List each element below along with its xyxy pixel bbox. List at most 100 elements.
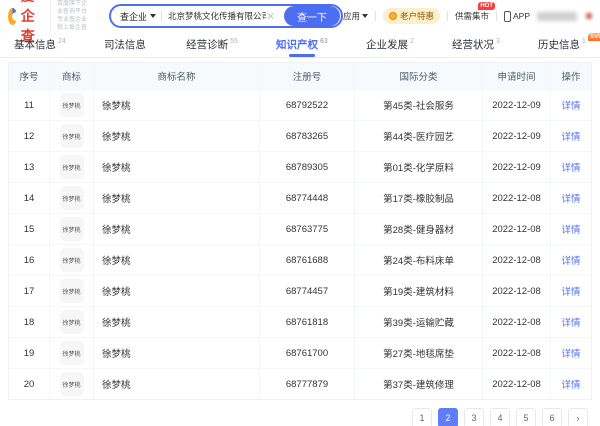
user-account[interactable] xyxy=(537,12,577,21)
market-link[interactable]: 供需集市 HOT xyxy=(455,10,489,22)
page-button-1[interactable]: 1 xyxy=(412,408,432,426)
promo-button[interactable]: 老户特惠 xyxy=(383,8,440,24)
search-input[interactable] xyxy=(162,11,266,21)
table-row: 14 徐梦桃 徐梦桃 68774448 第17类-橡胶制品 2022-12-08… xyxy=(9,182,591,213)
trademark-image[interactable]: 徐梦桃 xyxy=(60,155,84,179)
application-date: 2022-12-08 xyxy=(482,338,550,368)
registration-number: 68792522 xyxy=(259,90,354,120)
nav-divider xyxy=(496,11,497,21)
application-date: 2022-12-08 xyxy=(482,214,550,244)
trademark-table: 序号 商标 商标名称 注册号 国际分类 申请时间 操作 11 徐梦桃 徐梦桃 6… xyxy=(8,62,592,400)
tab-label: 司法信息 xyxy=(104,37,146,52)
tab-label: 基本信息 xyxy=(14,37,56,52)
trademark-image[interactable]: 徐梦桃 xyxy=(60,217,84,241)
phone-icon xyxy=(504,11,511,22)
next-page-button[interactable]: › xyxy=(568,408,588,426)
apps-menu[interactable]: 应用 xyxy=(343,10,368,22)
tab-label: 经营状况 xyxy=(452,37,494,52)
tab-judicial-info[interactable]: 司法信息 xyxy=(104,32,148,57)
tab-intellectual-property[interactable]: 知识产权 63 xyxy=(276,32,328,57)
trademark-image[interactable]: 徐梦桃 xyxy=(60,310,84,334)
trademark-thumbnail-cell: 徐梦桃 xyxy=(49,276,93,306)
page-button-3[interactable]: 3 xyxy=(464,408,484,426)
nav-divider xyxy=(375,11,376,21)
row-index: 13 xyxy=(9,152,49,182)
page-button-5[interactable]: 5 xyxy=(516,408,536,426)
trademark-thumbnail-cell: 徐梦桃 xyxy=(49,121,93,151)
trademark-image[interactable]: 徐梦桃 xyxy=(60,93,84,117)
detail-link[interactable]: 详情 xyxy=(561,191,580,205)
trademark-name: 徐梦桃 xyxy=(93,245,259,275)
table-row: 15 徐梦桃 徐梦桃 68763775 第28类-健身器材 2022-12-08… xyxy=(9,213,591,244)
caret-down-icon xyxy=(362,14,368,18)
medal-icon xyxy=(389,12,397,20)
detail-link[interactable]: 详情 xyxy=(561,346,580,360)
detail-link[interactable]: 详情 xyxy=(561,129,580,143)
search-button[interactable]: 查一下 xyxy=(284,6,340,26)
trademark-name: 徐梦桃 xyxy=(93,276,259,306)
detail-link[interactable]: 详情 xyxy=(561,222,580,236)
tab-company-development[interactable]: 企业发展 2 xyxy=(366,32,414,57)
trademark-name: 徐梦桃 xyxy=(93,90,259,120)
page-button-4[interactable]: 4 xyxy=(490,408,510,426)
application-date: 2022-12-08 xyxy=(482,276,550,306)
trademark-image[interactable]: 徐梦桃 xyxy=(60,124,84,148)
trademark-name: 徐梦桃 xyxy=(93,338,259,368)
table-row: 17 徐梦桃 徐梦桃 68774457 第19类-建筑材料 2022-12-08… xyxy=(9,275,591,306)
tab-operating-status[interactable]: 经营状况 3 xyxy=(452,32,500,57)
detail-link[interactable]: 详情 xyxy=(561,98,580,112)
hot-badge: HOT xyxy=(478,2,495,10)
international-class: 第27类-地毯席垫 xyxy=(354,338,482,368)
col-header-reg: 注册号 xyxy=(259,63,354,89)
search-category-dropdown[interactable]: 查企业 xyxy=(111,10,161,23)
svip-badge: SVIP xyxy=(588,33,600,41)
tab-label: 知识产权 xyxy=(276,37,318,52)
detail-link[interactable]: 详情 xyxy=(561,377,580,391)
page-button-6[interactable]: 6 xyxy=(542,408,562,426)
nav-divider xyxy=(447,11,448,21)
registration-number: 68783265 xyxy=(259,121,354,151)
tab-business-diagnosis[interactable]: 经营诊断 55 xyxy=(186,32,238,57)
tab-count: 24 xyxy=(58,38,66,45)
application-date: 2022-12-08 xyxy=(482,307,550,337)
app-label: APP xyxy=(513,11,530,21)
trademark-image[interactable]: 徐梦桃 xyxy=(60,341,84,365)
trademark-image[interactable]: 徐梦桃 xyxy=(60,248,84,272)
trademark-thumbnail-cell: 徐梦桃 xyxy=(49,307,93,337)
table-row: 12 徐梦桃 徐梦桃 68783265 第44类-医疗园艺 2022-12-09… xyxy=(9,120,591,151)
registration-number: 68763775 xyxy=(259,214,354,244)
search-category-label: 查企业 xyxy=(120,10,147,23)
international-class: 第37类-建筑修理 xyxy=(354,369,482,399)
detail-link[interactable]: 详情 xyxy=(561,315,580,329)
col-header-date: 申请时间 xyxy=(482,63,550,89)
international-class: 第17类-橡胶制品 xyxy=(354,183,482,213)
app-download-link[interactable]: APP xyxy=(504,11,530,22)
international-class: 第45类-社会服务 xyxy=(354,90,482,120)
brand-tagline: 百度旗下企业查询平台 专业查企业就上爱企查 xyxy=(50,0,89,32)
trademark-image[interactable]: 徐梦桃 xyxy=(60,186,84,210)
tab-count: 2 xyxy=(410,38,414,45)
table-row: 11 徐梦桃 徐梦桃 68792522 第45类-社会服务 2022-12-09… xyxy=(9,89,591,120)
clear-icon[interactable] xyxy=(266,11,276,21)
registration-number: 68777879 xyxy=(259,369,354,399)
detail-link[interactable]: 详情 xyxy=(561,253,580,267)
user-avatar[interactable] xyxy=(586,13,592,19)
international-class: 第24类-布料床单 xyxy=(354,245,482,275)
row-index: 15 xyxy=(9,214,49,244)
trademark-image[interactable]: 徐梦桃 xyxy=(60,372,84,396)
top-navigation: 应用 老户特惠 供需集市 HOT APP xyxy=(343,8,592,24)
tab-count: 1 xyxy=(582,38,586,45)
col-header-mark: 商标 xyxy=(49,63,93,89)
table-row: 20 徐梦桃 徐梦桃 68777879 第37类-建筑修理 2022-12-08… xyxy=(9,368,591,399)
trademark-thumbnail-cell: 徐梦桃 xyxy=(49,90,93,120)
detail-link[interactable]: 详情 xyxy=(561,160,580,174)
pagination: 1 2 3 4 5 6 › xyxy=(12,408,588,426)
row-index: 18 xyxy=(9,307,49,337)
tab-label: 企业发展 xyxy=(366,37,408,52)
row-index: 16 xyxy=(9,245,49,275)
tab-history-info[interactable]: 历史信息 1 SVIP xyxy=(538,32,586,57)
page-button-2-active[interactable]: 2 xyxy=(438,408,458,426)
trademark-image[interactable]: 徐梦桃 xyxy=(60,279,84,303)
tab-basic-info[interactable]: 基本信息 24 xyxy=(14,32,66,57)
detail-link[interactable]: 详情 xyxy=(561,284,580,298)
